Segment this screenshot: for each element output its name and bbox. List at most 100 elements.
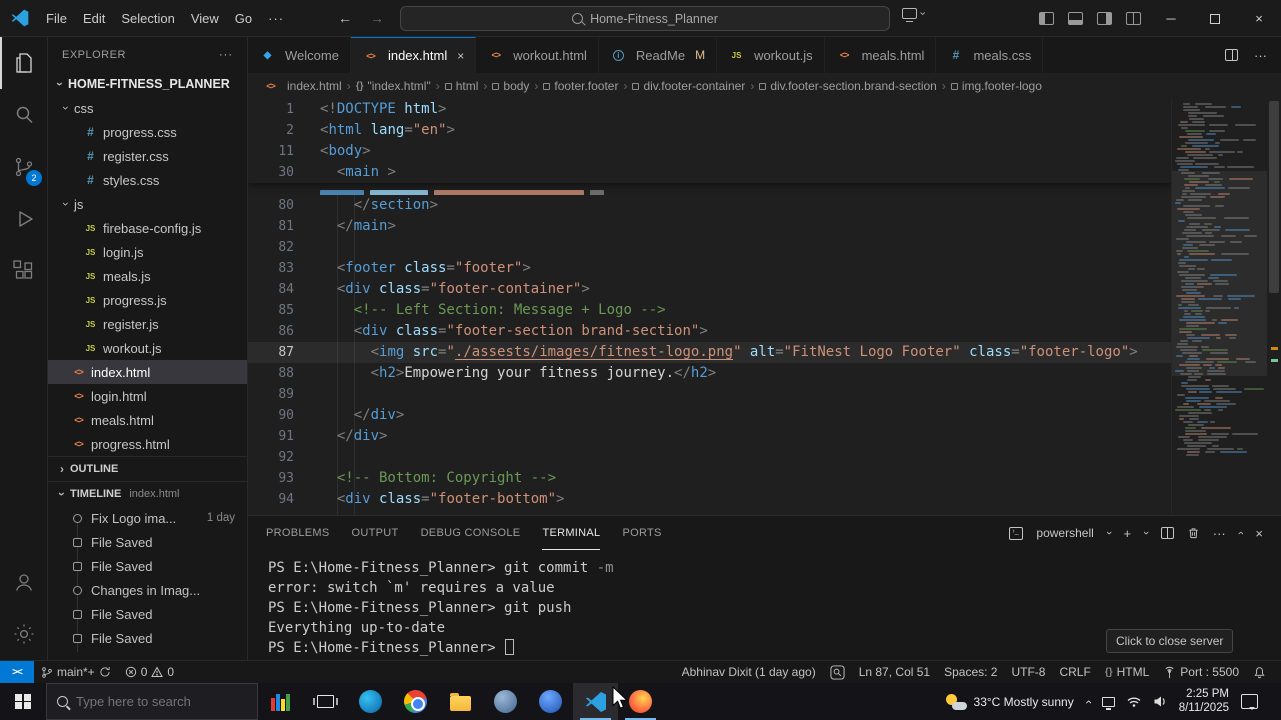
cursor-position[interactable]: Ln 87, Col 51 [852,665,937,679]
file-item-meals.js[interactable]: JS meals.js [48,264,247,288]
taskbar-app-edge[interactable] [348,683,393,720]
panel-tab-problems[interactable]: PROBLEMS [266,516,330,550]
live-server-port[interactable]: Port : 5500 [1156,665,1246,679]
git-blame-author[interactable]: Abhinav Dixit (1 day ago) [675,665,823,679]
terminal-dropdown-icon[interactable]: › [1140,531,1152,535]
timeline-section-header[interactable]: › TIMELINE index.html [48,481,247,506]
panel-tab-ports[interactable]: PORTS [622,516,661,550]
tab-ReadMe[interactable]: i ReadMe M [598,37,718,73]
tab-meals.css[interactable]: # meals.css [936,37,1044,73]
code-line-30[interactable]: 30 <main > [248,162,1171,183]
code-line-88[interactable]: 88 <h2>Empowering your fitness journey.<… [248,363,1171,384]
close-panel-icon[interactable]: × [1255,526,1263,541]
code-line-86[interactable]: 86 <div class="footer-section brand-sect… [248,321,1171,342]
timeline-item[interactable]: File Saved [48,602,247,626]
file-item-workout.js[interactable]: JS workout.js [48,336,247,360]
taskbar-app-chrome[interactable] [393,683,438,720]
settings-gear-icon[interactable] [0,608,47,660]
tab-workout.html[interactable]: <> workout.html [476,37,599,73]
taskbar-app-vscode[interactable] [573,683,618,720]
new-terminal-button[interactable]: + [1123,526,1131,541]
code-line-81[interactable]: 81 </main> [248,216,1171,237]
panel-more-actions-icon[interactable]: ··· [1213,526,1226,541]
tab-Welcome[interactable]: ◆ Welcome [248,37,351,73]
file-item-meals.html[interactable]: <> meals.html [48,408,247,432]
code-line-94[interactable]: 94 <div class="footer-bottom"> [248,489,1171,510]
breadcrumb-item[interactable]: <> index.html [262,78,341,94]
workspace-root-folder[interactable]: › HOME-FITNESS_PLANNER [48,72,247,96]
kill-terminal-trash-icon[interactable] [1187,526,1200,540]
menu-edit[interactable]: Edit [75,8,113,29]
back-button[interactable]: ← [338,10,352,26]
browser-preview-button[interactable]: › [902,8,928,22]
file-item-login.js[interactable]: JS login.js [48,240,247,264]
code-line-92[interactable]: 92 [248,447,1171,468]
panel-tab-output[interactable]: OUTPUT [352,516,399,550]
close-button[interactable]: × [1237,0,1281,37]
taskbar-app-6[interactable] [483,683,528,720]
tab-workout.js[interactable]: JS workout.js [717,37,825,73]
file-item-styles.css[interactable]: # styles.css [48,168,247,192]
file-item-js[interactable]: › js [48,192,247,216]
code-line-clipped[interactable] [248,183,1171,195]
breadcrumb-item[interactable]: {} "index.html" [356,79,431,93]
start-button[interactable] [0,683,46,720]
tray-monitor-icon[interactable] [1101,696,1115,710]
code-line-82[interactable]: 82 [248,237,1171,258]
search-input[interactable] [76,694,226,709]
account-icon[interactable] [0,556,47,608]
taskbar-app-7[interactable] [528,683,573,720]
run-debug-icon[interactable] [0,193,47,245]
panel-tab-debug-console[interactable]: DEBUG CONSOLE [421,516,521,550]
breadcrumb-item[interactable]: body [492,79,529,93]
split-editor-icon[interactable] [1225,49,1238,61]
extensions-icon[interactable] [0,245,47,297]
toggle-sidebar-button[interactable] [1039,11,1054,25]
code-line-87[interactable]: 87 <img src="./assests/images/fitnest-lo… [248,342,1171,363]
breadcrumb-item[interactable]: img.footer-logo [950,79,1042,93]
close-tab-icon[interactable]: × [457,49,464,63]
code-line-83[interactable]: 83 <footer class="footer"> [248,258,1171,279]
breadcrumb-item[interactable]: div.footer-section.brand-section [759,79,937,93]
code-line-91[interactable]: 91 </div> [248,426,1171,447]
command-center-search[interactable]: Home-Fitness_Planner [400,6,890,31]
menu-view[interactable]: View [183,8,227,29]
vertical-scrollbar[interactable] [1269,101,1279,293]
file-item-progress.css[interactable]: # progress.css [48,120,247,144]
sidebar-more-actions[interactable]: ··· [219,49,233,61]
maximize-panel-icon[interactable]: › [1235,531,1247,535]
volume-icon[interactable] [1153,695,1167,708]
menu-selection[interactable]: Selection [113,8,182,29]
taskbar-app-file-explorer[interactable] [438,683,483,720]
shell-name[interactable]: powershell [1036,526,1093,540]
action-center-icon[interactable] [1241,694,1258,710]
chevron-down-icon[interactable]: › [1103,531,1115,535]
file-item-progress.html[interactable]: <> progress.html [48,432,247,456]
code-line-11[interactable]: 11 <body> [248,141,1171,162]
minimize-button[interactable]: ─ [1149,0,1193,37]
language-mode[interactable]: {} HTML [1098,665,1156,679]
weather-widget[interactable]: 33°C Mostly sunny [945,693,1074,710]
code-line-93[interactable]: 93 <!-- Bottom: Copyright --> [248,468,1171,489]
minimap[interactable] [1171,99,1267,515]
breadcrumb-item[interactable]: html [444,79,478,93]
file-item-register.css[interactable]: # register.css [48,144,247,168]
source-control-icon[interactable]: 2 [0,141,47,193]
menu-file[interactable]: File [38,8,75,29]
file-item-login.html[interactable]: <> login.html [48,384,247,408]
eol-setting[interactable]: CRLF [1052,665,1097,679]
breadcrumb-item[interactable]: footer.footer [543,79,618,93]
panel-tab-terminal[interactable]: TERMINAL [542,516,601,550]
indentation-setting[interactable]: Spaces: 2 [937,665,1004,679]
outline-section-header[interactable]: › OUTLINE [48,456,247,481]
encoding-setting[interactable]: UTF-8 [1004,665,1052,679]
code-line-1[interactable]: 1 <!DOCTYPE html> [248,99,1171,120]
taskbar-clock[interactable]: 2:25 PM 8/11/2025 [1179,688,1229,715]
search-tool-button[interactable] [823,664,852,680]
tab-index.html[interactable]: <> index.html × [350,37,477,73]
problems-status[interactable]: 0 0 [118,661,181,683]
taskbar-app-library[interactable] [258,683,303,720]
code-line-90[interactable]: 90 </div> [248,405,1171,426]
menu-go[interactable]: Go [227,8,260,29]
code-editor[interactable]: 80 </section> 81 </main> 82 83 <footer clas… [248,99,1281,515]
